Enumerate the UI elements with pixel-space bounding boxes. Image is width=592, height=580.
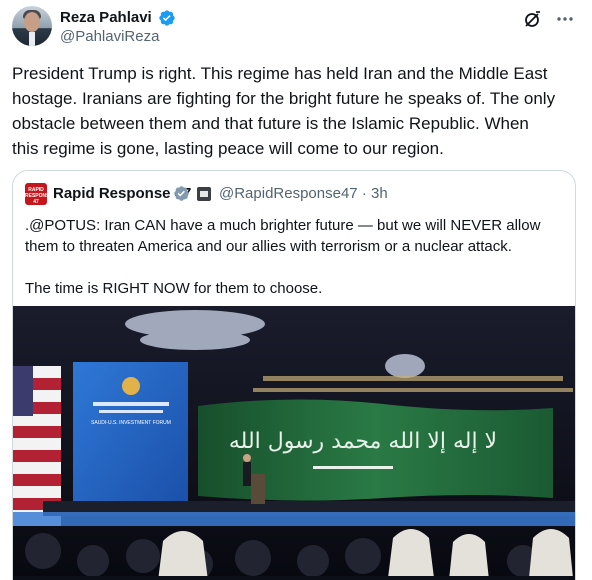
quoted-avatar-label: RAPID RESPONSE 47 (25, 187, 53, 205)
screen-title: SAUDI-U.S. INVESTMENT FORUM (91, 420, 171, 426)
tweet-header: Reza Pahlavi @PahlaviReza (12, 6, 580, 50)
author-avatar[interactable] (12, 6, 52, 46)
avatar-face (24, 12, 40, 32)
quoted-display-name[interactable]: Rapid Response 47 (53, 185, 191, 203)
author-handle[interactable]: @PahlaviReza (60, 27, 176, 47)
avatar-shirt (29, 32, 35, 46)
quoted-handle-time: @RapidResponse47 · 3h (219, 185, 388, 202)
quoted-tweet-header: RAPID RESPONSE 47 Rapid Response 47 @Rap… (25, 183, 565, 205)
stage-scene-image: SAUDI-U.S. INVESTMENT FORUM لا إله إلا ا… (13, 306, 575, 580)
quoted-tweet-text: .@POTUS: Iran CAN have a much brighter f… (25, 217, 541, 297)
author-display-name[interactable]: Reza Pahlavi (60, 8, 152, 27)
tweet-text: President Trump is right. This regime ha… (12, 64, 556, 158)
author-names: Reza Pahlavi @PahlaviReza (60, 8, 176, 47)
government-badge-icon (197, 187, 211, 201)
flag-script: لا إله إلا الله محمد رسول الله (229, 429, 497, 454)
quoted-tweet-card[interactable]: RAPID RESPONSE 47 Rapid Response 47 @Rap… (12, 170, 576, 580)
verified-badge-icon[interactable] (158, 9, 176, 27)
grok-icon[interactable] (522, 10, 542, 30)
more-icon[interactable] (554, 8, 576, 30)
quoted-author-avatar[interactable]: RAPID RESPONSE 47 (25, 183, 53, 205)
quoted-video-thumbnail[interactable]: SAUDI-U.S. INVESTMENT FORUM لا إله إلا ا… (13, 306, 575, 580)
quoted-verified-badge-icon (173, 185, 190, 202)
